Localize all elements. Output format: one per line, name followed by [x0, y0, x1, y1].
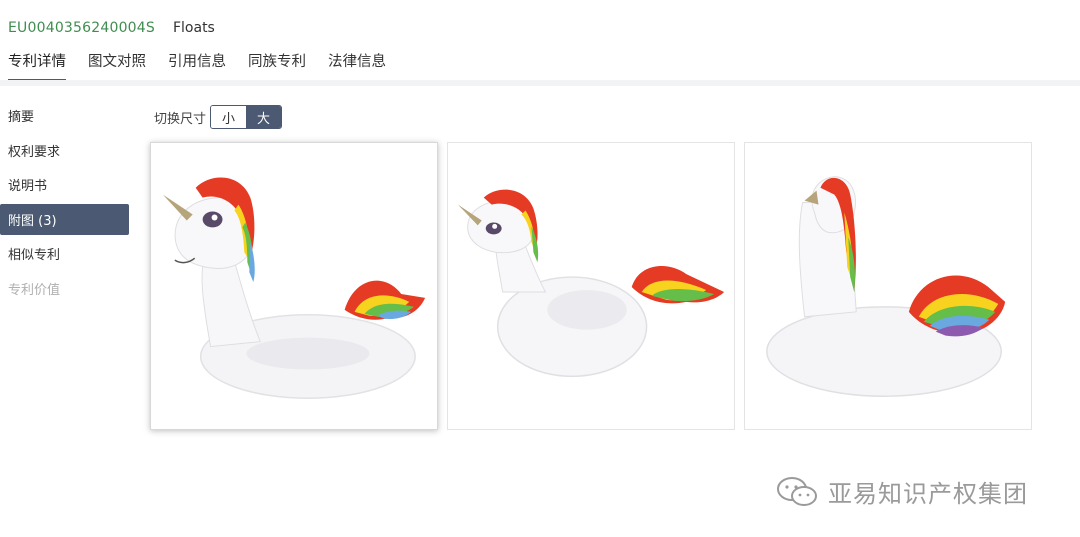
sidebar-item-claims[interactable]: 权利要求: [0, 135, 130, 166]
patent-title: Floats: [172, 20, 215, 36]
detail-tabs: 专利详情 图文对照 引用信息 同族专利 法律信息: [8, 50, 408, 82]
sidebar-item-description[interactable]: 说明书: [0, 169, 130, 200]
watermark-text: 亚易知识产权集团: [828, 480, 1028, 508]
sidebar-item-drawings[interactable]: 附图 (3): [0, 203, 129, 235]
wechat-icon: [777, 476, 817, 506]
sidebar-item-patent-value[interactable]: 专利价值: [0, 273, 130, 304]
watermark: 亚易知识产权集团: [776, 474, 1028, 509]
size-toggle: 小 大: [210, 105, 283, 129]
sidebar-item-similar-patents[interactable]: 相似专利: [0, 238, 130, 269]
sidebar-item-abstract[interactable]: 摘要: [0, 100, 130, 131]
unicorn-float-perspective-icon: [457, 189, 725, 378]
size-small-button[interactable]: 小: [211, 106, 247, 128]
size-switch-label: 切换尺寸: [154, 111, 207, 127]
sidebar: 摘要 权利要求 说明书 附图 (3) 相似专利 专利价值: [0, 100, 130, 307]
figure-thumbnail-3[interactable]: [744, 142, 1032, 430]
figure-thumbnail-2[interactable]: [447, 142, 735, 430]
tab-patent-details[interactable]: 专利详情: [8, 50, 66, 82]
size-large-button[interactable]: 大: [246, 106, 282, 128]
unicorn-float-front-icon: [162, 177, 426, 399]
figure-thumbnail-1[interactable]: [150, 142, 438, 430]
tabs-divider: [0, 80, 1080, 86]
tab-citations[interactable]: 引用信息: [168, 50, 226, 82]
size-switch: 切换尺寸 小 大: [154, 105, 283, 129]
patent-id: EU004035624000​4S: [8, 20, 155, 36]
tab-family-patents[interactable]: 同族专利: [248, 50, 306, 82]
unicorn-float-rear-icon: [766, 176, 1006, 397]
tab-legal-info[interactable]: 法律信息: [328, 50, 386, 82]
tab-text-image[interactable]: 图文对照: [88, 50, 146, 82]
patent-header: EU004035624000​4S Floats: [8, 18, 215, 38]
